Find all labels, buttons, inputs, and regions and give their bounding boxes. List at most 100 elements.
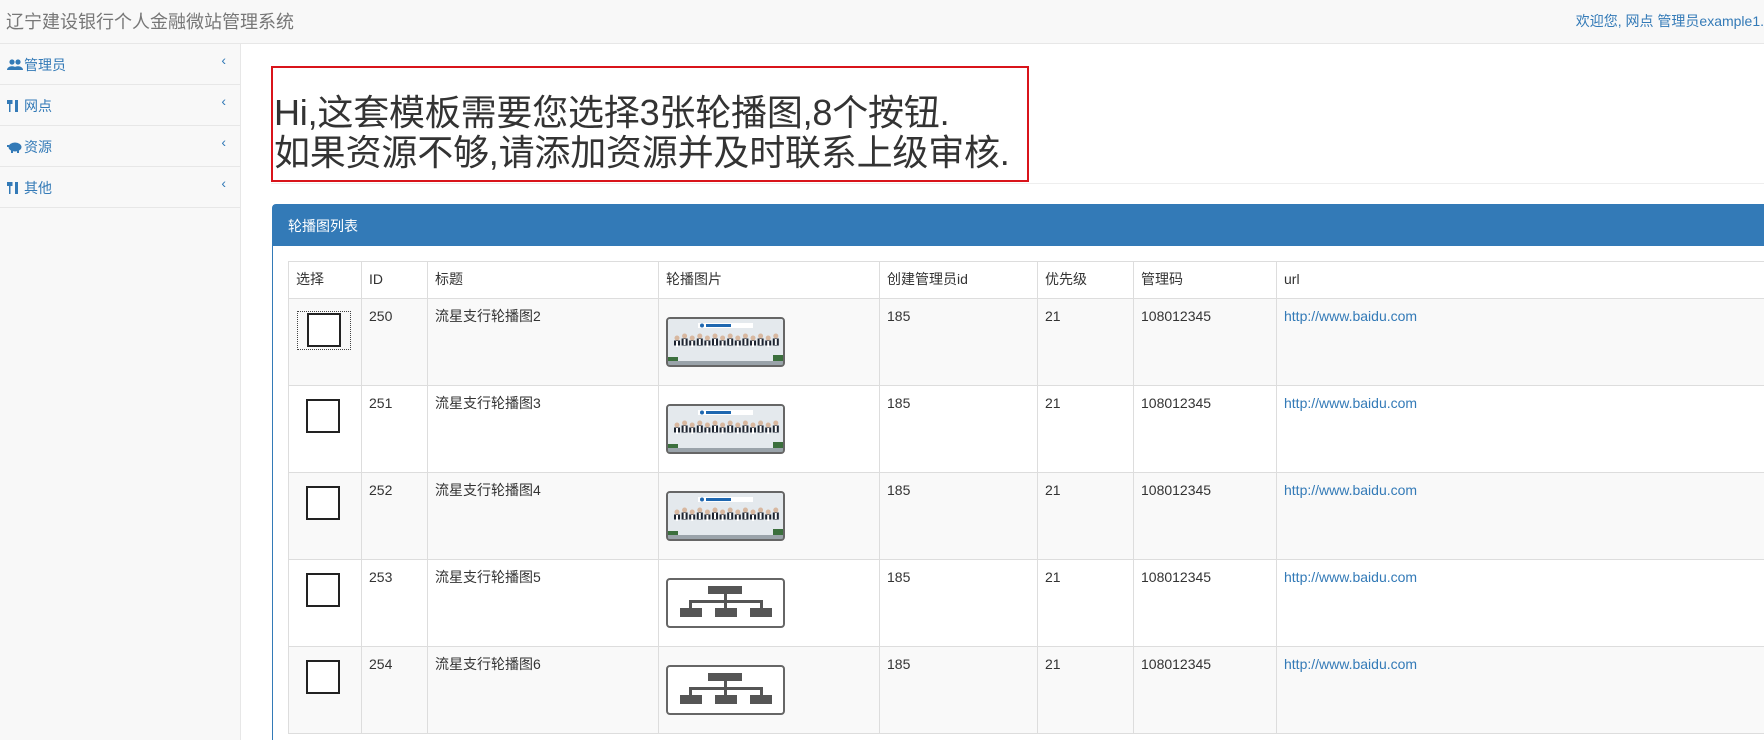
column-header: 优先级 <box>1037 261 1134 299</box>
select-cell <box>288 646 362 734</box>
url-link[interactable]: http://www.baidu.com <box>1284 656 1417 672</box>
template-notice: Hi,这套模板需要您选择3张轮播图,8个按钮. 如果资源不够,请添加资源并及时联… <box>271 66 1029 182</box>
chevron-left-icon: ‹ <box>221 52 226 68</box>
sidebar-item-label: 其他 <box>24 180 52 196</box>
carousel-photo-icon <box>668 319 783 365</box>
creator-id-cell: 185 <box>879 472 1038 560</box>
id-cell: 253 <box>361 559 428 647</box>
title-cell: 流星支行轮播图5 <box>427 559 659 647</box>
url-cell: http://www.baidu.com <box>1276 559 1764 647</box>
carousel-panel: 轮播图列表 选择 ID 标题 轮播图片 创建管理员id 优先级 管理码 url … <box>272 204 1764 740</box>
carousel-thumbnail[interactable] <box>666 578 785 628</box>
row-checkbox[interactable] <box>306 660 340 694</box>
id-cell: 254 <box>361 646 428 734</box>
id-cell: 251 <box>361 385 428 473</box>
sidebar-item-label: 网点 <box>24 98 52 114</box>
carousel-table: 选择 ID 标题 轮播图片 创建管理员id 优先级 管理码 url 250 流星… <box>288 261 1764 734</box>
sidebar-item-label: 管理员 <box>24 57 66 73</box>
select-cell <box>288 559 362 647</box>
image-cell <box>658 646 880 734</box>
url-cell: http://www.baidu.com <box>1276 646 1764 734</box>
sidebar-item-resources[interactable]: 资源 ‹ <box>0 126 240 167</box>
column-header: ID <box>361 261 428 299</box>
carousel-thumbnail[interactable] <box>666 665 785 715</box>
carousel-photo-icon <box>668 406 783 452</box>
creator-id-cell: 185 <box>879 646 1038 734</box>
select-cell <box>288 472 362 560</box>
app-title[interactable]: 辽宁建设银行个人金融微站管理系统 <box>6 8 294 34</box>
creator-id-cell: 185 <box>879 298 1038 386</box>
creator-id-cell: 185 <box>879 559 1038 647</box>
users-icon <box>7 59 23 70</box>
chevron-left-icon: ‹ <box>221 134 226 150</box>
title-cell: 流星支行轮播图4 <box>427 472 659 560</box>
sidebar-item-other[interactable]: 其他 ‹ <box>0 167 240 208</box>
chevron-left-icon: ‹ <box>221 93 226 109</box>
creator-id-cell: 185 <box>879 385 1038 473</box>
image-cell <box>658 559 880 647</box>
priority-cell: 21 <box>1037 298 1134 386</box>
column-header: 创建管理员id <box>879 261 1038 299</box>
image-cell <box>658 298 880 386</box>
image-cell <box>658 385 880 473</box>
sidebar: 管理员 ‹ 网点 ‹ 资源 ‹ 其他 ‹ <box>0 44 241 740</box>
sitemap-icon <box>680 586 772 617</box>
welcome-user-link[interactable]: 欢迎您, 网点 管理员example1. <box>1576 11 1764 31</box>
main-content: Hi,这套模板需要您选择3张轮播图,8个按钮. 如果资源不够,请添加资源并及时联… <box>241 44 1764 740</box>
cutlery-icon <box>7 100 18 112</box>
priority-cell: 21 <box>1037 385 1134 473</box>
row-checkbox[interactable] <box>306 573 340 607</box>
code-cell: 108012345 <box>1133 559 1277 647</box>
top-navbar: 辽宁建设银行个人金融微站管理系统 欢迎您, 网点 管理员example1. <box>0 0 1764 44</box>
url-link[interactable]: http://www.baidu.com <box>1284 569 1417 585</box>
url-link[interactable]: http://www.baidu.com <box>1284 308 1417 324</box>
divider <box>271 183 1764 184</box>
code-cell: 108012345 <box>1133 298 1277 386</box>
sitemap-icon <box>680 673 772 704</box>
url-cell: http://www.baidu.com <box>1276 298 1764 386</box>
column-header: 管理码 <box>1133 261 1277 299</box>
url-link[interactable]: http://www.baidu.com <box>1284 395 1417 411</box>
priority-cell: 21 <box>1037 646 1134 734</box>
title-cell: 流星支行轮播图6 <box>427 646 659 734</box>
carousel-thumbnail[interactable] <box>666 491 785 541</box>
sidebar-item-label: 资源 <box>24 139 52 155</box>
priority-cell: 21 <box>1037 559 1134 647</box>
checkbox-focus-ring <box>297 311 351 350</box>
cutlery-icon <box>7 182 18 194</box>
code-cell: 108012345 <box>1133 385 1277 473</box>
url-cell: http://www.baidu.com <box>1276 385 1764 473</box>
table-row: 251 流星支行轮播图3 185 21 108012345 http://www… <box>288 385 1764 473</box>
piggy-bank-icon <box>7 142 22 153</box>
image-cell <box>658 472 880 560</box>
carousel-photo-icon <box>668 493 783 539</box>
table-row: 250 流星支行轮播图2 185 21 108012345 http://www… <box>288 298 1764 386</box>
select-cell <box>288 385 362 473</box>
table-row: 253 流星支行轮播图5 185 21 108012345 http://www… <box>288 559 1764 647</box>
chevron-left-icon: ‹ <box>221 175 226 191</box>
sidebar-item-admin[interactable]: 管理员 ‹ <box>0 44 240 85</box>
select-cell <box>288 298 362 386</box>
id-cell: 252 <box>361 472 428 560</box>
column-header: url <box>1276 261 1764 299</box>
code-cell: 108012345 <box>1133 646 1277 734</box>
column-header: 轮播图片 <box>658 261 880 299</box>
carousel-thumbnail[interactable] <box>666 317 785 367</box>
url-cell: http://www.baidu.com <box>1276 472 1764 560</box>
sidebar-item-branch[interactable]: 网点 ‹ <box>0 85 240 126</box>
table-header-row: 选择 ID 标题 轮播图片 创建管理员id 优先级 管理码 url <box>288 261 1764 299</box>
url-link[interactable]: http://www.baidu.com <box>1284 482 1417 498</box>
table-row: 252 流星支行轮播图4 185 21 108012345 http://www… <box>288 472 1764 560</box>
panel-title: 轮播图列表 <box>273 205 1764 246</box>
title-cell: 流星支行轮播图2 <box>427 298 659 386</box>
row-checkbox[interactable] <box>306 486 340 520</box>
row-checkbox[interactable] <box>307 313 341 347</box>
notice-line-2: 如果资源不够,请添加资源并及时联系上级审核. <box>274 132 1010 173</box>
code-cell: 108012345 <box>1133 472 1277 560</box>
id-cell: 250 <box>361 298 428 386</box>
column-header: 选择 <box>288 261 362 299</box>
priority-cell: 21 <box>1037 472 1134 560</box>
row-checkbox[interactable] <box>306 399 340 433</box>
carousel-thumbnail[interactable] <box>666 404 785 454</box>
title-cell: 流星支行轮播图3 <box>427 385 659 473</box>
